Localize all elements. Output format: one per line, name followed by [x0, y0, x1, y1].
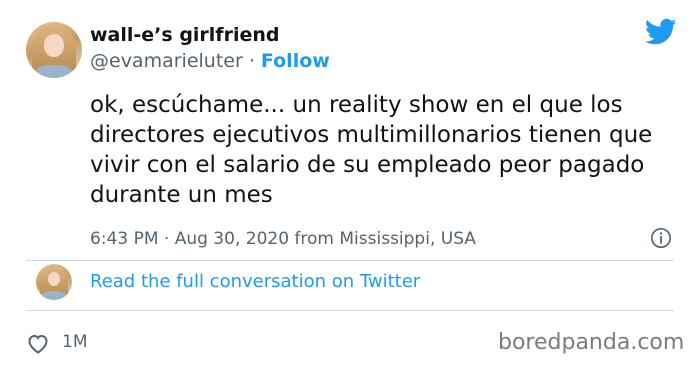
avatar-face [44, 34, 64, 57]
boredpanda-watermark: boredpanda.com [498, 330, 685, 355]
read-conversation-link[interactable]: Read the full conversation on Twitter [90, 271, 420, 292]
twitter-bird-icon[interactable] [645, 18, 677, 46]
follow-button[interactable]: Follow [261, 50, 330, 72]
avatar[interactable] [26, 22, 82, 78]
tweet-embed-card: wall-e’s girlfriend @evamarieluter · Fol… [0, 0, 700, 368]
avatar-shirt [42, 291, 66, 300]
info-icon[interactable] [650, 227, 672, 249]
separator-dot: · [248, 50, 255, 72]
avatar-shirt [36, 64, 72, 78]
handle-row: @evamarieluter · Follow [90, 50, 330, 72]
avatar-small[interactable] [36, 264, 72, 300]
like-count: 1M [62, 332, 88, 352]
heart-icon[interactable] [26, 332, 50, 354]
tweet-timestamp-location[interactable]: 6:43 PM · Aug 30, 2020 from Mississippi,… [90, 229, 476, 249]
display-name[interactable]: wall-e’s girlfriend [90, 24, 279, 46]
divider [26, 260, 674, 261]
tweet-text: ok, escúchame... un reality show en el q… [90, 92, 653, 208]
user-handle[interactable]: @evamarieluter [90, 50, 243, 72]
divider [26, 310, 674, 311]
